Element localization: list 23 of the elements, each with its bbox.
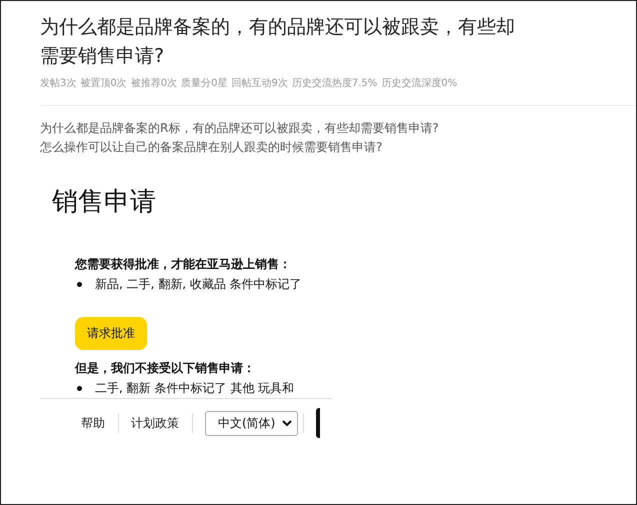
chevron-icon: [282, 420, 292, 426]
bullet-icon: [77, 386, 82, 390]
post-stat: 回帖互动9次: [232, 76, 288, 90]
post-stat: 发帖3次: [40, 76, 76, 90]
post-stat: 被置顶0次: [80, 76, 127, 90]
section-heading: 但是，我们不接受以下销售申请：: [75, 360, 255, 377]
request-approval-button[interactable]: 请求批准: [75, 317, 147, 350]
button-edge: [316, 408, 320, 438]
section-heading: 您需要获得批准，才能在亚马逊上销售：: [75, 256, 291, 273]
bullet-text: 二手, 翻新 条件中标记了 其他 玩具和: [95, 380, 294, 397]
post-stat: 历史交流深度0%: [381, 76, 458, 90]
post-text: 怎么操作可以让自己的备案品牌在别人跟卖的时候需要销售申请?: [40, 139, 384, 156]
post-text: 为什么都是品牌备案的R标，有的品牌还可以被跟卖，有些却需要销售申请?: [40, 120, 440, 137]
bullet-icon: [77, 282, 82, 286]
post-title: 为什么都是品牌备案的，有的品牌还可以被跟卖，有些却需要销售申请?: [40, 15, 516, 69]
bullet-text: 新品, 二手, 翻新, 收藏品 条件中标记了: [95, 276, 302, 293]
page-heading: 销售申请: [52, 186, 157, 219]
post-stat: 被推荐0次: [130, 76, 178, 90]
post-stat: 质量分0星: [181, 76, 228, 90]
footer-link[interactable]: 计划政策: [131, 414, 187, 432]
footer-link[interactable]: 帮助: [81, 414, 113, 432]
post-stat: 历史交流热度7.5%: [292, 76, 378, 90]
language-select[interactable]: 中文(简体): [205, 410, 298, 436]
